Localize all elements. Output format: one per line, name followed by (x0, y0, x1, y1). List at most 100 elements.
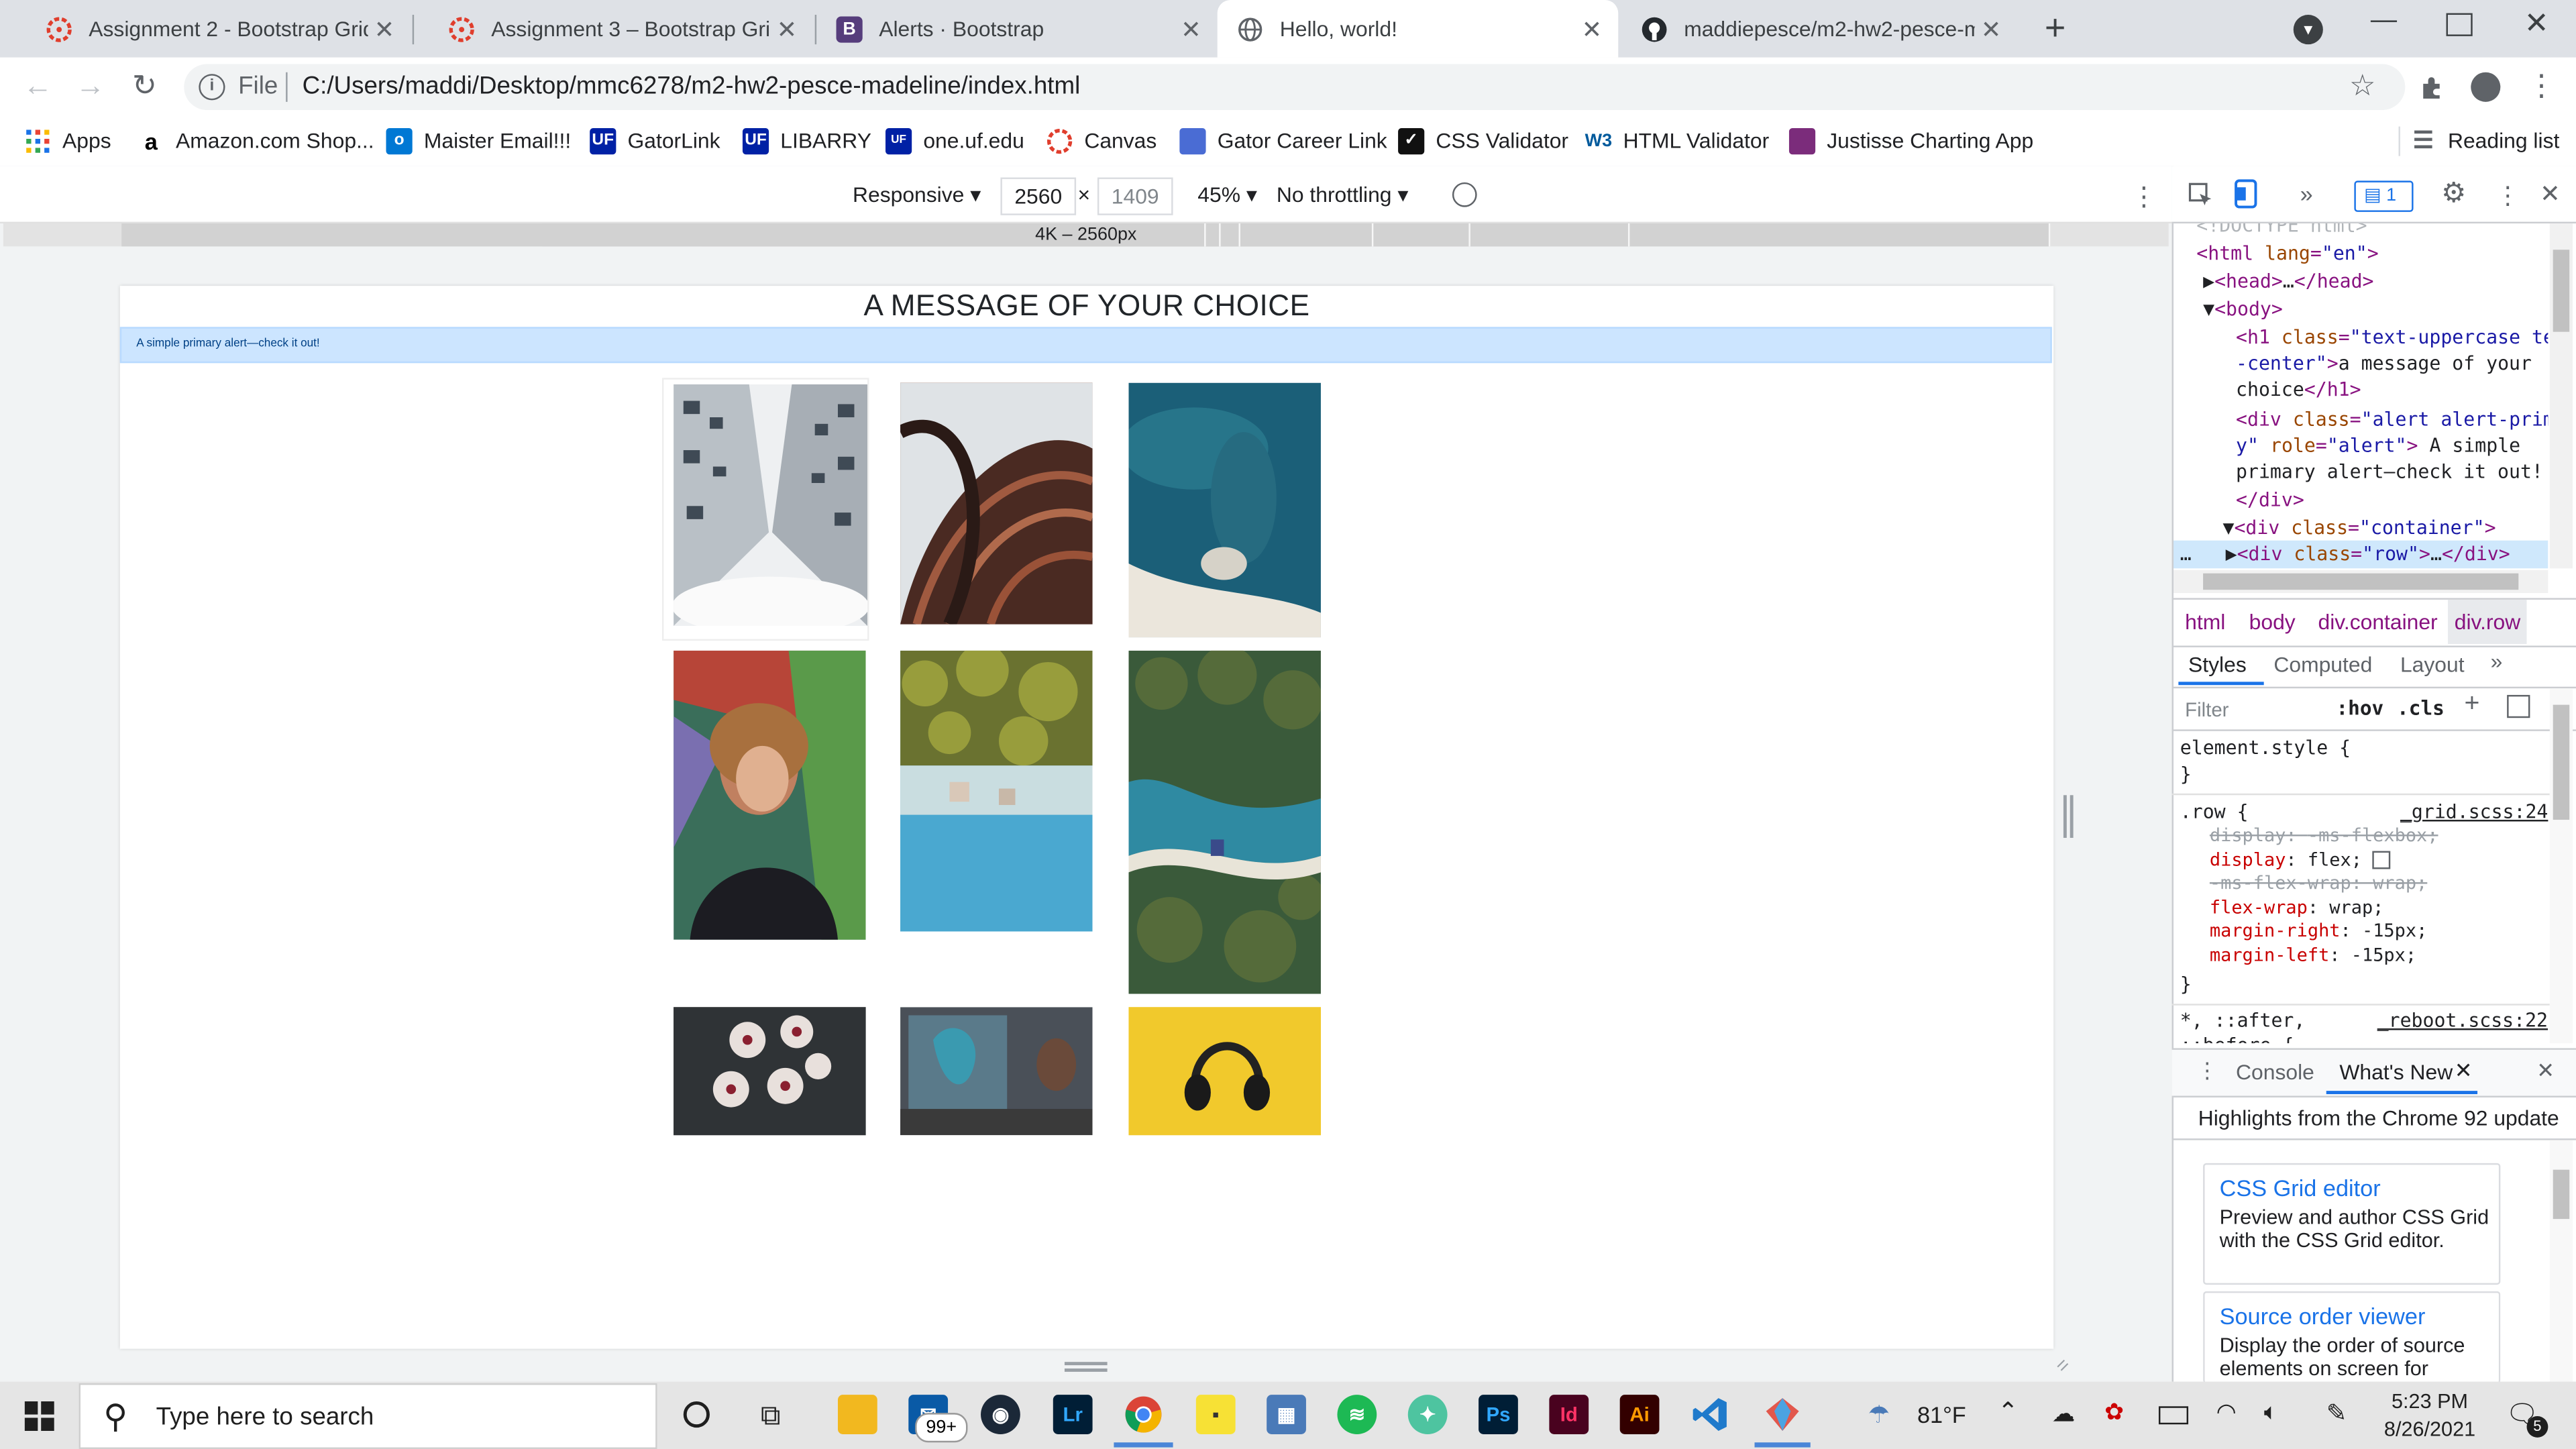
sketch-app-icon[interactable] (1763, 1395, 1803, 1434)
device-width-input[interactable]: 2560 (1000, 177, 1077, 215)
tab-layout[interactable]: Layout (2400, 652, 2465, 677)
prop-margin-left[interactable]: margin-left: -15px; (2210, 945, 2438, 969)
bookmark-apps[interactable]: Apps (25, 117, 111, 164)
browser-tab-alerts-bootstrap[interactable]: B Alerts · Bootstrap ✕ (816, 0, 1218, 58)
calculator-icon[interactable]: ▦ (1267, 1395, 1306, 1434)
bookmark-amazon[interactable]: a Amazon.com Shop... (138, 117, 374, 164)
dom-line-h1[interactable]: <h1 class="text-uppercase te (2236, 323, 2548, 350)
onedrive-icon[interactable]: ☁ (2052, 1400, 2075, 1428)
drawer-menu-icon[interactable]: ⋮ (2196, 1058, 2218, 1084)
network-app-icon[interactable]: ✦ (1407, 1395, 1448, 1434)
cortana-icon[interactable] (683, 1401, 710, 1428)
tray-chevron-icon[interactable]: ⌃ (1998, 1397, 2019, 1426)
wifi-icon[interactable]: ◠ (2216, 1398, 2237, 1426)
prop-display-flex[interactable]: display: flex; (2210, 849, 2438, 873)
dom-line-row[interactable]: … ▶<div class="row">…</div> (2180, 541, 2510, 568)
drawer-scrollbar[interactable] (2549, 1140, 2573, 1382)
bookmark-gatorlink[interactable]: UF GatorLink (590, 117, 720, 164)
universal-rule-source[interactable]: _reboot.scss:22 (2377, 1007, 2548, 1034)
hscrollbar-thumb[interactable] (2203, 573, 2519, 590)
breadcrumb-body[interactable]: body (2249, 610, 2296, 635)
dom-line-alert[interactable]: <div class="alert alert-prim (2236, 406, 2548, 433)
minimize-icon[interactable]: — (2367, 7, 2400, 46)
elements-scrollbar[interactable] (2549, 223, 2573, 569)
breadcrumb-container[interactable]: div.container (2318, 610, 2438, 635)
chrome-icon[interactable] (1124, 1395, 1163, 1434)
extensions-icon[interactable] (2418, 74, 2445, 100)
taskbar-search-box[interactable]: ⚲ Type here to search (78, 1383, 657, 1449)
bookmark-one-uf[interactable]: UF one.uf.edu (885, 117, 1024, 164)
back-icon[interactable]: ← (21, 69, 54, 102)
bookmark-gator-career-link[interactable]: Gator Career Link (1179, 117, 1387, 164)
steam-icon[interactable]: ◉ (981, 1395, 1020, 1434)
close-tab-icon[interactable]: ✕ (1175, 14, 1208, 44)
issues-badge[interactable]: ▤ 1 (2354, 180, 2414, 212)
bookmark-star-icon[interactable]: ☆ (2349, 69, 2376, 103)
vscode-icon[interactable] (1690, 1395, 1730, 1434)
drawer-tab-whats-new[interactable]: What's New (2339, 1060, 2453, 1085)
scrollbar-thumb[interactable] (2553, 250, 2570, 332)
prop-ms-flex-wrap[interactable]: -ms-flex-wrap: wrap; (2210, 873, 2438, 897)
dom-line-body[interactable]: ▼<body> (2203, 296, 2283, 323)
prop-margin-right[interactable]: margin-right: -15px; (2210, 920, 2438, 945)
hov-toggle[interactable]: :hov (2336, 696, 2383, 719)
devtools-settings-icon[interactable]: ⚙ (2441, 177, 2466, 210)
breadcrumb-row[interactable]: div.row (2447, 599, 2528, 645)
reload-icon[interactable]: ↻ (128, 69, 161, 102)
profile-avatar[interactable] (2471, 72, 2501, 102)
spotify-icon[interactable]: ≋ (1337, 1395, 1377, 1434)
card-title[interactable]: Source order viewer (2220, 1303, 2426, 1329)
windows-start-icon[interactable] (24, 1401, 54, 1432)
photoshop-icon[interactable]: Ps (1479, 1395, 1518, 1434)
breadcrumb-html[interactable]: html (2185, 610, 2225, 635)
restore-icon[interactable] (2446, 13, 2473, 36)
card-title[interactable]: CSS Grid editor (2220, 1175, 2381, 1201)
drawer-tab-console[interactable]: Console (2236, 1060, 2314, 1085)
prop-ms-flexbox[interactable]: display: -ms-flexbox; (2210, 824, 2438, 849)
bookmark-maister-email[interactable]: o Maister Email!!! (386, 117, 571, 164)
bookmark-html-validator[interactable]: W3 HTML Validator (1585, 117, 1770, 164)
lightroom-icon[interactable]: Lr (1053, 1395, 1093, 1434)
close-window-icon[interactable]: ✕ (2520, 7, 2553, 46)
tray-app-icon[interactable]: ✿ (2104, 1398, 2124, 1426)
bookmark-css-validator[interactable]: ✓ CSS Validator (1398, 117, 1568, 164)
pen-workspace-icon[interactable]: ✎ (2326, 1398, 2347, 1428)
dom-line-html[interactable]: <html lang="en"> (2196, 240, 2378, 267)
styles-pane[interactable]: element.style { } .row { _grid.scss:24 d… (2171, 731, 2550, 1043)
bookmark-justisse[interactable]: Justisse Charting App (1788, 117, 2033, 164)
close-whats-new-icon[interactable]: ✕ (2455, 1058, 2473, 1084)
file-explorer-icon[interactable] (837, 1395, 877, 1434)
battery-icon[interactable] (2158, 1406, 2189, 1425)
site-info-icon[interactable]: i (199, 74, 225, 101)
close-tab-icon[interactable]: ✕ (1975, 14, 2008, 44)
scrollbar-thumb[interactable] (2553, 704, 2570, 820)
forward-icon[interactable]: → (74, 69, 107, 102)
zoom-select[interactable]: 45% ▾ (1197, 182, 1257, 209)
toggle-sidebar-icon[interactable] (2507, 694, 2530, 718)
volume-icon[interactable]: 🔈︎ (2264, 1398, 2278, 1426)
cls-toggle[interactable]: .cls (2397, 696, 2445, 719)
bookmark-libarry[interactable]: UF LIBARRY (742, 117, 871, 164)
taskbar-clock[interactable]: 5:23 PM 8/26/2021 (2372, 1388, 2487, 1444)
viewport-resize-handle-bottom[interactable] (1064, 1362, 1108, 1372)
bookmark-canvas[interactable]: Canvas (1046, 117, 1157, 164)
dom-line-head[interactable]: ▶<head>…</head> (2203, 268, 2373, 294)
browser-menu-icon[interactable]: ⋮ (2527, 69, 2557, 103)
flexbox-editor-icon[interactable] (2373, 851, 2392, 869)
close-tab-icon[interactable]: ✕ (368, 14, 401, 44)
indesign-icon[interactable]: Id (1549, 1395, 1589, 1434)
browser-tab-assignment-3[interactable]: Assignment 3 – Bootstrap Grid Sy ✕ (416, 0, 814, 58)
rotate-icon[interactable] (1452, 182, 1477, 207)
whats-new-card[interactable]: Source order viewer Display the order of… (2203, 1291, 2501, 1384)
reading-list-button[interactable]: ☰ Reading list (2410, 117, 2559, 164)
device-toolbar-menu-icon[interactable]: ⋮ (2131, 180, 2157, 213)
whats-new-card[interactable]: CSS Grid editor Preview and author CSS G… (2203, 1163, 2501, 1285)
device-mode-select[interactable]: Responsive ▾ (853, 182, 981, 209)
elements-hscrollbar[interactable] (2174, 570, 2548, 594)
devtools-close-icon[interactable]: ✕ (2540, 179, 2561, 209)
new-tab-icon[interactable]: + (2035, 9, 2075, 50)
row-rule-props[interactable]: display: -ms-flexbox; display: flex; -ms… (2210, 824, 2438, 968)
styles-filter-input[interactable]: Filter (2185, 698, 2229, 721)
url-text[interactable]: C:/Users/maddi/Desktop/mmc6278/m2-hw2-pe… (303, 72, 1081, 101)
browser-tab-hello-world[interactable]: Hello, world! ✕ (1217, 0, 1619, 58)
